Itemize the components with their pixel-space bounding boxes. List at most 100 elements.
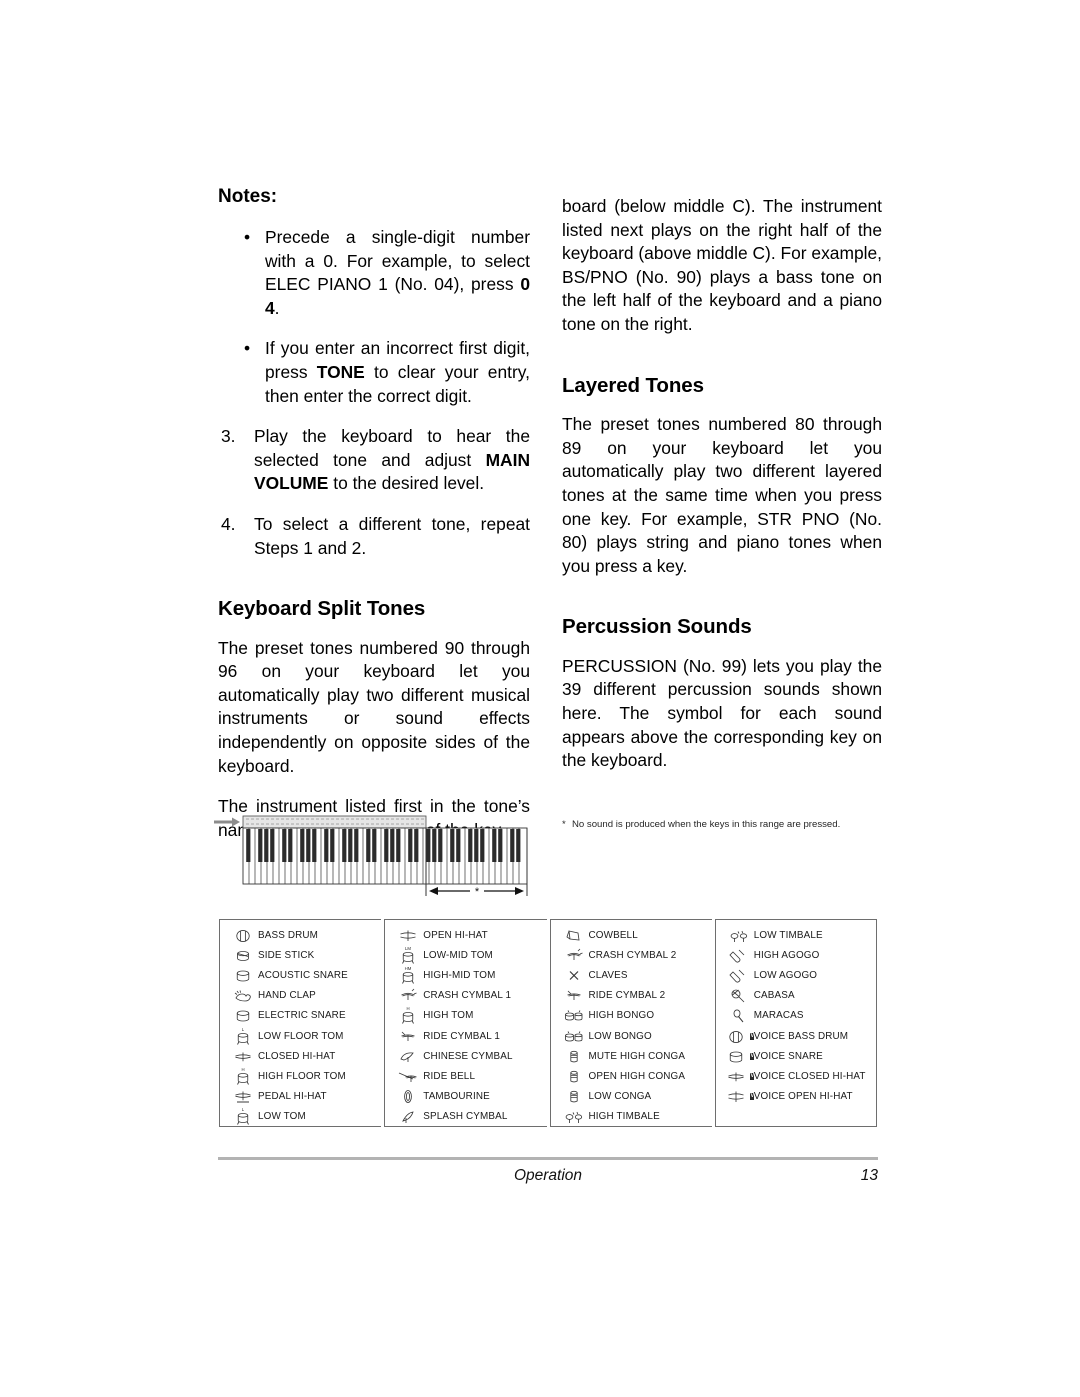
note-bullet-1: • Precede a single-digit number with a 0… bbox=[218, 226, 530, 320]
percussion-row: TAMBOURINE bbox=[385, 1087, 546, 1107]
percussion-label: CRASH CYMBAL 1 bbox=[423, 990, 512, 1002]
hand-clap-icon bbox=[228, 986, 258, 1006]
footnote-marker: * bbox=[562, 819, 566, 830]
percussion-label: RIDE CYMBAL 1 bbox=[423, 1030, 501, 1042]
percussion-row: HIGH AGOGO bbox=[716, 945, 876, 965]
percussion-row: CLOSED HI-HAT bbox=[220, 1046, 381, 1066]
step-4-number: 4. bbox=[221, 513, 236, 534]
crash-cymbal-1-icon bbox=[393, 986, 423, 1006]
percussion-column-2: OPEN HI-HAT LM LOW-MID TOM HM HIGH-MID TOM CR… bbox=[384, 919, 547, 1127]
svg-text:H: H bbox=[407, 1007, 410, 1012]
percussion-label: HAND CLAP bbox=[258, 990, 316, 1002]
tambourine-icon bbox=[393, 1087, 423, 1107]
percussion-row: LM LOW-MID TOM bbox=[385, 945, 546, 965]
percussion-row: MARACAS bbox=[716, 1006, 876, 1026]
percussion-label: COWBELL bbox=[588, 929, 638, 941]
bullet-marker: • bbox=[244, 338, 251, 359]
footnote-text: No sound is produced when the keys in th… bbox=[572, 819, 841, 830]
percussion-label: VOICE CLOSED HI-HAT bbox=[753, 1070, 866, 1082]
range-asterisk: * bbox=[475, 886, 480, 898]
percussion-label: HIGH-MID TOM bbox=[423, 969, 496, 981]
layered-paragraph: The preset tones numbered 80 through 89 … bbox=[562, 414, 882, 576]
left-text-column: Notes: • Precede a single-digit number w… bbox=[218, 186, 530, 842]
percussion-label: MARACAS bbox=[753, 1010, 804, 1022]
right-text-column: board (below middle C). The instrument l… bbox=[562, 195, 882, 773]
percussion-row: LOW BONGO bbox=[551, 1026, 712, 1046]
footer-divider bbox=[218, 1157, 878, 1160]
cowbell-icon bbox=[559, 925, 589, 945]
percussion-sound-table: BASS DRUM SIDE STICK ACOUSTIC SNARE HAND CL… bbox=[219, 919, 878, 1127]
step-4: 4. To select a different tone, repeat St… bbox=[218, 513, 530, 560]
percussion-row: MUTE HIGH CONGA bbox=[551, 1046, 712, 1066]
low-bongo-icon bbox=[559, 1026, 589, 1046]
percussion-row: L LOW FLOOR TOM bbox=[220, 1026, 381, 1046]
percussion-row: ACOUSTIC SNARE bbox=[220, 965, 381, 985]
high-tom-icon: H bbox=[393, 1006, 423, 1026]
percussion-row: COWBELL bbox=[551, 925, 712, 945]
emphasis-text: TONE bbox=[316, 361, 365, 382]
high-bongo-icon bbox=[559, 1006, 589, 1026]
high-floor-tom-icon: H bbox=[228, 1066, 258, 1086]
continued-paragraph: board (below middle C). The instrument l… bbox=[562, 196, 882, 334]
percussion-row: H HIGH TOM bbox=[385, 1006, 546, 1026]
percussion-row: SPLASH CYMBAL bbox=[385, 1107, 546, 1127]
percussion-label: CLOSED HI-HAT bbox=[258, 1050, 336, 1062]
percussion-row: CRASH CYMBAL 2 bbox=[551, 945, 712, 965]
claves-icon bbox=[559, 965, 589, 985]
svg-text:L: L bbox=[242, 1107, 245, 1112]
high-mid-tom-icon: HM bbox=[393, 965, 423, 985]
percussion-row: CABASA bbox=[716, 986, 876, 1006]
low-floor-tom-icon: L bbox=[228, 1026, 258, 1046]
svg-text:H: H bbox=[241, 1067, 244, 1072]
percussion-label: SIDE STICK bbox=[258, 949, 315, 961]
percussion-label: RIDE CYMBAL 2 bbox=[588, 990, 666, 1002]
low-mid-tom-icon: LM bbox=[393, 945, 423, 965]
cabasa-icon bbox=[724, 986, 754, 1006]
low-agogo-icon bbox=[724, 965, 754, 985]
heading-layered-tones: Layered Tones bbox=[562, 373, 704, 397]
voice-closed-hi-hat-icon: V bbox=[724, 1066, 755, 1086]
percussion-row: ELECTRIC SNARE bbox=[220, 1006, 381, 1026]
step-3: 3. Play the keyboard to hear the selecte… bbox=[218, 425, 530, 496]
percussion-row: H HIGH FLOOR TOM bbox=[220, 1066, 381, 1086]
footer-page-number: 13 bbox=[860, 1167, 878, 1184]
percussion-column-3: COWBELL CRASH CYMBAL 2 CLAVES RIDE CYMBAL 2… bbox=[549, 919, 712, 1127]
percussion-label: CRASH CYMBAL 2 bbox=[588, 949, 677, 961]
percussion-label: ACOUSTIC SNARE bbox=[258, 969, 348, 981]
percussion-label: SPLASH CYMBAL bbox=[423, 1111, 508, 1123]
chinese-cymbal-icon bbox=[393, 1046, 423, 1066]
ride-cymbal-1-icon bbox=[393, 1026, 423, 1046]
low-timbale-icon bbox=[724, 925, 754, 945]
percussion-label: CABASA bbox=[753, 990, 795, 1002]
high-timbale-icon bbox=[559, 1107, 589, 1127]
footer-section-label: Operation bbox=[513, 1167, 583, 1184]
closed-hi-hat-icon bbox=[228, 1046, 258, 1066]
figure-footnote: * No sound is produced when the keys in t… bbox=[562, 818, 884, 831]
percussion-label: OPEN HIGH CONGA bbox=[588, 1070, 686, 1082]
percussion-row: V VOICE CLOSED HI-HAT bbox=[716, 1066, 876, 1086]
percussion-row: PEDAL HI-HAT bbox=[220, 1087, 381, 1107]
percussion-label: LOW TIMBALE bbox=[753, 929, 823, 941]
percussion-label: CLAVES bbox=[588, 969, 628, 981]
percussion-row: RIDE CYMBAL 1 bbox=[385, 1026, 546, 1046]
bullet-marker: • bbox=[244, 227, 251, 247]
percussion-row: RIDE BELL bbox=[385, 1066, 546, 1086]
percussion-paragraph: PERCUSSION (No. 99) lets you play the 39… bbox=[562, 655, 882, 771]
ride-cymbal-2-icon bbox=[559, 986, 589, 1006]
percussion-row: L LOW TOM bbox=[220, 1107, 381, 1127]
percussion-label: BASS DRUM bbox=[258, 929, 319, 941]
percussion-row: CRASH CYMBAL 1 bbox=[385, 986, 546, 1006]
percussion-row: LOW TIMBALE bbox=[716, 925, 876, 945]
percussion-label: PEDAL HI-HAT bbox=[258, 1091, 327, 1103]
percussion-label: LOW TOM bbox=[258, 1111, 306, 1123]
keyboard-diagram: * bbox=[212, 812, 542, 904]
percussion-label: OPEN HI-HAT bbox=[423, 929, 488, 941]
open-hi-hat-icon bbox=[393, 925, 423, 945]
percussion-row: HIGH BONGO bbox=[551, 1006, 712, 1026]
note-bullet-2: • If you enter an incorrect first digit,… bbox=[218, 337, 530, 408]
heading-percussion-sounds: Percussion Sounds bbox=[562, 615, 752, 639]
percussion-label: LOW BONGO bbox=[588, 1030, 652, 1042]
ride-bell-icon bbox=[393, 1066, 423, 1086]
side-stick-icon bbox=[228, 945, 258, 965]
